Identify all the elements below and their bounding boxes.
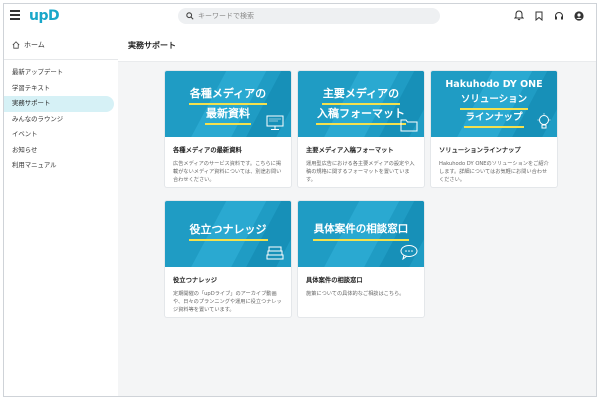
sidebar: ホーム 最新アップデート 学習テキスト 実務サポート みんなのラウンジ イベント… [4, 28, 118, 396]
monitor-icon [266, 115, 284, 130]
card-heading: 各種メディアの最新資料 [173, 147, 242, 154]
books-icon [266, 246, 284, 260]
card-banner: Hakuhodo DY ONE ソリューション ラインナップ [431, 71, 557, 137]
sidebar-item-home[interactable]: ホーム [4, 28, 118, 52]
card-description: 広告メディアのサービス資料です。こちらに掲載がないメディア資料については、別途お… [173, 161, 282, 183]
sidebar-divider [4, 59, 118, 60]
sidebar-item-events[interactable]: イベント [4, 127, 114, 143]
card-heading: ソリューションラインナップ [439, 147, 521, 154]
card-banner-title: ラインナップ [464, 110, 524, 128]
card-banner: 具体案件の相談窓口 [298, 201, 424, 267]
card-description: 定期開催の「upDライブ」のアーカイブ動画や、日々のプランニングや運用に役立つナ… [173, 291, 282, 313]
card-banner: 主要メディアの 入稿フォーマット [298, 71, 424, 137]
sidebar-item-lounge[interactable]: みんなのラウンジ [4, 112, 114, 128]
bell-icon[interactable] [513, 10, 524, 21]
card-heading: 具体案件の相談窓口 [306, 277, 363, 284]
card-banner-title: Hakuhodo DY ONE [445, 79, 543, 90]
card-banner-title: 最新資料 [205, 105, 251, 125]
card-banner-title: 役立つナレッジ [188, 221, 268, 241]
card-media-materials[interactable]: 各種メディアの 最新資料 各種メディアの最新資料 広告メディアのサービス資料です… [165, 71, 291, 187]
card-banner-title: ソリューション [459, 92, 529, 110]
sidebar-item-practical-support[interactable]: 実務サポート [4, 96, 114, 112]
card-banner-title: 各種メディアの [188, 85, 268, 105]
user-icon[interactable] [573, 10, 584, 21]
logo-text: upD [29, 8, 60, 24]
bookmark-icon[interactable] [533, 10, 544, 21]
card-consultation-desk[interactable]: 具体案件の相談窓口 具体案件の相談窓口 施策についての具体的なご相談はこちら。 [298, 201, 424, 317]
sidebar-item-learning-texts[interactable]: 学習テキスト [4, 81, 114, 97]
sidebar-item-label: ホーム [24, 41, 45, 49]
lightbulb-icon [537, 113, 551, 129]
card-solution-lineup[interactable]: Hakuhodo DY ONE ソリューション ラインナップ ソリューションライ… [431, 71, 557, 187]
page-title: 実務サポート [128, 41, 176, 50]
card-heading: 役立つナレッジ [173, 277, 218, 284]
card-description: Hakuhodo DY ONEのソリューションをご紹介します。詳細についてはお気… [439, 161, 549, 183]
headset-icon[interactable] [553, 10, 564, 21]
card-description: 運用型広告における各主要メディアの設定や入稿の規格に関するフォーマットを置いてい… [306, 161, 415, 183]
home-icon [12, 41, 20, 49]
chat-bubble-icon [400, 245, 418, 260]
top-bar: upD [4, 4, 596, 28]
sidebar-item-latest-updates[interactable]: 最新アップデート [4, 65, 114, 81]
card-banner: 各種メディアの 最新資料 [165, 71, 291, 137]
page-title-bar: 実務サポート [118, 28, 596, 62]
search-bar[interactable] [178, 8, 440, 24]
card-submission-format[interactable]: 主要メディアの 入稿フォーマット 主要メディア入稿フォーマット 運用型広告におけ… [298, 71, 424, 187]
card-banner-title: 入稿フォーマット [316, 105, 406, 125]
sidebar-item-manual[interactable]: 利用マニュアル [4, 158, 114, 174]
hamburger-menu-icon[interactable] [10, 10, 20, 20]
logo[interactable]: upD [29, 6, 60, 26]
card-banner-title: 具体案件の相談窓口 [312, 221, 410, 241]
sidebar-item-news[interactable]: お知らせ [4, 143, 114, 159]
card-useful-knowledge[interactable]: 役立つナレッジ 役立つナレッジ 定期開催の「upDライブ」のアーカイブ動画や、日… [165, 201, 291, 317]
app-window: upD ホーム [3, 3, 597, 397]
folder-icon [400, 119, 418, 132]
main-content: 実務サポート 各種メディアの 最新資料 各種メディアの最新資料 広告メディアのサ… [118, 28, 596, 396]
card-banner: 役立つナレッジ [165, 201, 291, 267]
search-input[interactable] [198, 12, 418, 20]
search-icon [186, 12, 194, 20]
card-banner-title: 主要メディアの [321, 85, 401, 105]
card-heading: 主要メディア入稿フォーマット [306, 147, 394, 154]
card-description: 施策についての具体的なご相談はこちら。 [306, 291, 405, 297]
